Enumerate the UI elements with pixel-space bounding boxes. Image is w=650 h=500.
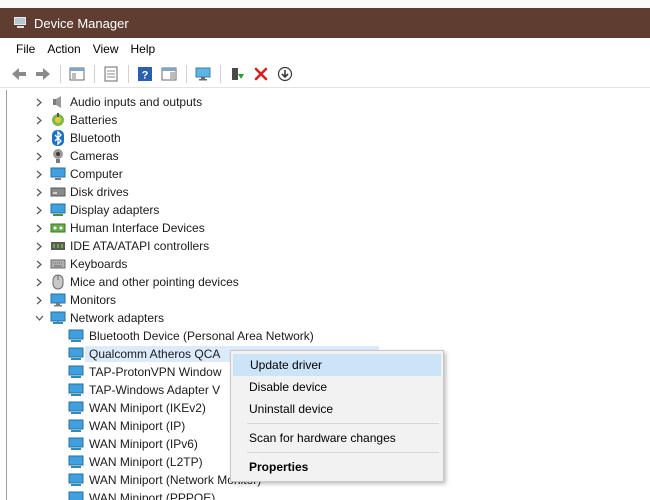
chevron-right-icon[interactable] bbox=[34, 295, 44, 305]
chevron-right-icon[interactable] bbox=[34, 223, 44, 233]
tree-item-label: IDE ATA/ATAPI controllers bbox=[70, 239, 210, 253]
device-manager-app-icon bbox=[14, 17, 28, 29]
scan-hardware-icon[interactable] bbox=[274, 63, 296, 85]
network-adapter-icon bbox=[68, 400, 84, 416]
tree-item-label: Monitors bbox=[70, 293, 117, 307]
battery-icon bbox=[50, 112, 66, 128]
network-adapter-icon bbox=[68, 436, 84, 452]
tree-child-label: TAP-Windows Adapter V bbox=[89, 383, 221, 397]
tree-item-label: Cameras bbox=[70, 149, 119, 163]
tree-item-label: Computer bbox=[70, 167, 123, 181]
toolbar: ? bbox=[0, 60, 650, 88]
menu-bar: File Action View Help bbox=[0, 38, 650, 60]
context-separator bbox=[247, 452, 439, 453]
tree-item-label: Bluetooth bbox=[70, 131, 121, 145]
tree-item-label: Disk drives bbox=[70, 185, 129, 199]
tree-item-label: Network adapters bbox=[70, 311, 165, 325]
ide-controller-icon bbox=[50, 238, 66, 254]
network-adapter-icon bbox=[68, 418, 84, 434]
chevron-right-icon[interactable] bbox=[34, 205, 44, 215]
computer-icon bbox=[50, 166, 66, 182]
context-separator bbox=[247, 423, 439, 424]
context-item-update-driver[interactable]: Update driver bbox=[233, 354, 441, 376]
tree-child-label: TAP-ProtonVPN Window bbox=[89, 365, 222, 379]
action-pane-icon[interactable] bbox=[158, 63, 180, 85]
chevron-right-icon[interactable] bbox=[34, 151, 44, 161]
tree-child-label: WAN Miniport (L2TP) bbox=[89, 455, 203, 469]
network-adapter-icon bbox=[68, 346, 84, 362]
chevron-right-icon[interactable] bbox=[34, 97, 44, 107]
toolbar-separator bbox=[60, 64, 61, 83]
tree-item-label: Mice and other pointing devices bbox=[70, 275, 239, 289]
tree-item-label: Keyboards bbox=[70, 257, 128, 271]
toolbar-separator bbox=[220, 64, 221, 83]
svg-text:?: ? bbox=[142, 69, 149, 81]
chevron-right-icon[interactable] bbox=[34, 277, 44, 287]
context-item-disable-device[interactable]: Disable device bbox=[233, 376, 441, 398]
chevron-right-icon[interactable] bbox=[34, 187, 44, 197]
toolbar-separator bbox=[94, 64, 95, 83]
tree-item-label: Display adapters bbox=[70, 203, 160, 217]
window-title: Device Manager bbox=[34, 15, 129, 31]
chevron-right-icon[interactable] bbox=[34, 169, 44, 179]
network-adapter-icon bbox=[68, 364, 84, 380]
display-adapter-icon bbox=[50, 202, 66, 218]
network-adapter-icon bbox=[68, 472, 84, 488]
keyboard-icon bbox=[50, 256, 66, 272]
context-item-properties[interactable]: Properties bbox=[233, 456, 441, 478]
menu-help[interactable]: Help bbox=[125, 40, 162, 58]
tree-child-label: WAN Miniport (IP) bbox=[89, 419, 186, 433]
chevron-right-icon[interactable] bbox=[34, 133, 44, 143]
network-adapter-icon bbox=[68, 454, 84, 470]
properties-icon[interactable] bbox=[100, 63, 122, 85]
camera-icon bbox=[50, 148, 66, 164]
tree-item-label: Batteries bbox=[70, 113, 118, 127]
chevron-right-icon[interactable] bbox=[34, 115, 44, 125]
tree-child-label: WAN Miniport (IPv6) bbox=[89, 437, 198, 451]
bluetooth-icon bbox=[50, 130, 66, 146]
menu-file[interactable]: File bbox=[10, 40, 41, 58]
context-menu: Update driver Disable device Uninstall d… bbox=[230, 350, 444, 482]
uninstall-icon[interactable] bbox=[250, 63, 272, 85]
chevron-down-icon[interactable] bbox=[34, 313, 44, 323]
outer-frame bbox=[0, 0, 650, 8]
tree-child-label: WAN Miniport (IKEv2) bbox=[89, 401, 206, 415]
mouse-icon bbox=[50, 274, 66, 290]
monitor-icon[interactable] bbox=[192, 63, 214, 85]
tree-child-label: Bluetooth Device (Personal Area Network) bbox=[89, 329, 314, 343]
monitor-icon bbox=[50, 292, 66, 308]
network-adapter-icon bbox=[68, 382, 84, 398]
disk-drive-icon bbox=[50, 184, 66, 200]
hid-icon bbox=[50, 220, 66, 236]
show-hide-console-tree-icon[interactable] bbox=[66, 63, 88, 85]
chevron-right-icon[interactable] bbox=[34, 259, 44, 269]
toolbar-separator bbox=[128, 64, 129, 83]
speaker-icon bbox=[50, 94, 66, 110]
toolbar-separator bbox=[186, 64, 187, 83]
chevron-right-icon[interactable] bbox=[34, 241, 44, 251]
tree-child-label: WAN Miniport (PPPOE) bbox=[89, 491, 216, 500]
network-adapter-icon bbox=[68, 328, 84, 344]
menu-action[interactable]: Action bbox=[41, 40, 86, 58]
update-driver-icon[interactable] bbox=[226, 63, 248, 85]
title-bar[interactable]: Device Manager bbox=[0, 8, 650, 38]
network-adapter-icon bbox=[68, 490, 84, 500]
help-icon[interactable]: ? bbox=[134, 63, 156, 85]
forward-arrow-icon[interactable] bbox=[32, 63, 54, 85]
context-item-uninstall-device[interactable]: Uninstall device bbox=[233, 398, 441, 420]
tree-item-label: Audio inputs and outputs bbox=[70, 95, 203, 109]
context-item-scan-hardware[interactable]: Scan for hardware changes bbox=[233, 427, 441, 449]
network-adapter-icon bbox=[50, 310, 66, 326]
tree-item-label: Human Interface Devices bbox=[70, 221, 205, 235]
back-arrow-icon[interactable] bbox=[8, 63, 30, 85]
menu-view[interactable]: View bbox=[87, 40, 125, 58]
